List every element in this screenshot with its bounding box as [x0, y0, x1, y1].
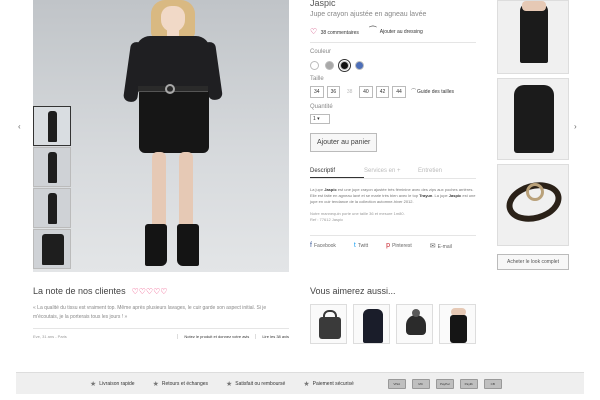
suggestions-title: Vous aimerez aussi... — [310, 286, 396, 296]
size-guide-link[interactable]: ⏜ Guide des tailles — [411, 89, 454, 95]
share-facebook[interactable]: f Facebook — [310, 242, 336, 250]
read-reviews-button[interactable]: Lire les 38 avis — [255, 334, 289, 339]
info-tabs: Descriptif Services en + Entretien — [310, 168, 476, 179]
cb-card-icon: CB — [483, 378, 502, 389]
quantity-value: 1 — [313, 116, 316, 122]
review-text: « La qualité du tissu est vraiment top. … — [33, 304, 289, 329]
hanger-icon: ⏜ — [410, 89, 416, 95]
suggestions: Vous aimerez aussi... — [310, 286, 480, 344]
look-item-belt[interactable] — [497, 164, 569, 246]
paylib-icon: Paylib — [459, 378, 478, 389]
look-item-jacket[interactable] — [497, 78, 569, 160]
gallery-thumbnails — [33, 106, 71, 272]
pinterest-icon: p — [386, 242, 391, 249]
reviews-title: La note de nos clientes — [33, 286, 126, 296]
look-column: Acheter le look complet — [497, 0, 569, 270]
model-belt-buckle — [165, 84, 175, 94]
color-swatches — [310, 59, 476, 72]
wardrobe-label: Ajouter au dressing — [379, 29, 423, 35]
twitter-icon: t — [353, 242, 356, 249]
tab-care[interactable]: Entretien — [418, 168, 472, 178]
product-subtitle: Jupe crayon ajustée en agneau lavée — [310, 11, 427, 18]
share-pinterest[interactable]: p Pinterest — [386, 242, 412, 250]
wardrobe-link[interactable]: ⏜ Ajouter au dressing — [369, 26, 423, 36]
footer-item-satisfaction: ★ Satisfait ou remboursé — [226, 380, 286, 388]
visa-card-icon: VISA — [387, 378, 406, 389]
product-info-panel: Jaspic Jupe crayon ajustée en agneau lav… — [310, 0, 476, 250]
heart-icon: ♡ — [310, 26, 318, 36]
product-title: Jaspic — [310, 0, 336, 8]
quantity-select[interactable]: 1 ▾ — [310, 114, 330, 124]
facebook-icon: f — [310, 242, 312, 249]
model-size-note: Notre mannequin porte une taille 36 et m… — [310, 211, 405, 222]
product-main-photo[interactable] — [33, 0, 289, 272]
comments-link[interactable]: ♡ 38 commentaires — [310, 27, 359, 36]
review-author: Eve, 31 ans - Paris — [33, 334, 67, 339]
buy-full-look-button[interactable]: Acheter le look complet — [497, 254, 569, 270]
hanger-icon: ⏜ — [368, 26, 377, 35]
color-swatch-blue[interactable] — [355, 61, 364, 70]
suggestion-item[interactable] — [310, 304, 347, 344]
suggestion-item[interactable] — [353, 304, 390, 344]
share-bar: f Facebook t Twitt p Pinterest ✉ E-mail — [310, 235, 476, 250]
gallery-thumbnail[interactable] — [33, 188, 71, 228]
footer-item-payment: ★ Paiement sécurisé — [303, 380, 354, 388]
size-option[interactable]: 36 — [326, 86, 341, 98]
size-option-unavailable: 38 — [346, 89, 353, 95]
star-icon: ★ — [226, 380, 233, 388]
star-icon: ★ — [90, 380, 97, 388]
mastercard-icon: MC — [411, 378, 430, 389]
model-boot-right — [177, 224, 199, 266]
model-leg-right — [179, 152, 193, 230]
product-description: La jupe Jaspic est une jupe crayon ajust… — [310, 187, 476, 204]
tab-description[interactable]: Descriptif — [310, 168, 364, 178]
rating-hearts-icon: ♡♡♡♡♡ — [131, 286, 168, 296]
star-icon: ★ — [303, 380, 310, 388]
size-option[interactable]: 44 — [392, 86, 406, 98]
model-shirt — [136, 36, 210, 88]
gallery-next-arrow-icon[interactable]: › — [574, 122, 577, 131]
size-option[interactable]: 34 — [310, 86, 324, 98]
share-twitter[interactable]: t Twitt — [354, 242, 368, 250]
size-guide-label: Guide des tailles — [417, 89, 454, 95]
share-email[interactable]: ✉ E-mail — [430, 242, 452, 250]
reassurance-footer: ★ Livraison rapide ★ Retours et échanges ★… — [16, 372, 584, 394]
star-icon: ★ — [152, 380, 159, 388]
gallery-thumbnail[interactable] — [33, 229, 71, 269]
suggestion-item[interactable] — [439, 304, 476, 344]
color-swatch-black[interactable] — [338, 59, 351, 72]
add-to-cart-button[interactable]: Ajouter au panier — [310, 133, 378, 152]
suggestion-item[interactable] — [396, 304, 433, 344]
color-swatch-grey[interactable] — [325, 61, 334, 70]
size-selector: 34 36 38 40 42 44 ⏜ Guide des tailles — [310, 86, 476, 98]
model-skirt — [139, 91, 209, 153]
email-icon: ✉ — [429, 243, 436, 250]
model-face — [161, 6, 185, 32]
gallery-prev-arrow-icon[interactable]: ‹ — [18, 122, 21, 131]
model-leg-left — [152, 152, 166, 230]
model-boot-left — [145, 224, 167, 266]
footer-item-returns: ★ Retours et échanges — [152, 380, 209, 388]
size-label: Taille — [310, 76, 324, 82]
quantity-label: Quantité — [310, 104, 333, 110]
paypal-icon: PayPal — [435, 378, 454, 389]
divider — [310, 42, 476, 43]
payment-methods: VISA MC PayPal Paylib CB — [387, 378, 502, 389]
gallery-thumbnail[interactable] — [33, 147, 71, 187]
color-label: Couleur — [310, 49, 332, 55]
size-option[interactable]: 40 — [359, 86, 373, 98]
rate-product-button[interactable]: Notez le produit et donnez votre avis — [177, 334, 249, 339]
customer-reviews: La note de nos clientes ♡♡♡♡♡ « La quali… — [33, 286, 289, 339]
color-swatch-white[interactable] — [310, 61, 319, 70]
comments-label: 38 commentaires — [320, 29, 359, 36]
tab-services[interactable]: Services en + — [364, 168, 418, 178]
size-option[interactable]: 42 — [375, 86, 390, 98]
footer-item-shipping: ★ Livraison rapide — [90, 380, 135, 388]
look-item-top[interactable] — [497, 0, 569, 74]
gallery-thumbnail[interactable] — [33, 106, 71, 146]
